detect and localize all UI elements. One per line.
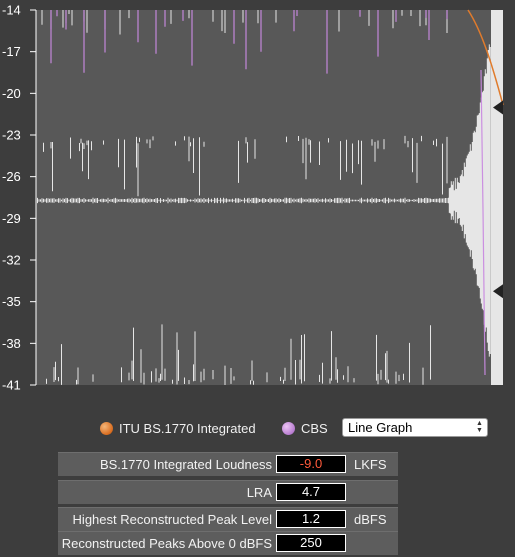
y-axis-tick-label: -38 — [2, 336, 21, 351]
y-axis-tick-label: -20 — [2, 86, 21, 101]
metric-value-field: 4.7 — [276, 483, 346, 501]
metric-value-field: 1.2 — [276, 510, 346, 528]
y-axis-tick-label: -17 — [2, 44, 21, 59]
metric-value-field: -9.0 — [276, 455, 346, 473]
legend-cbs-label: CBS — [301, 420, 328, 436]
metric-row-peaks-above-zero: Reconstructed Peaks Above 0 dBFS 250 — [58, 531, 398, 555]
y-axis-tick-label: -41 — [2, 378, 21, 393]
loudness-graph-plot: -14 -17 -20 -23 -26 -29 -32 -35 -38 -41 — [2, 3, 504, 393]
metric-label: LRA — [246, 485, 272, 500]
metric-row-integrated-loudness: BS.1770 Integrated Loudness -9.0 LKFS — [58, 452, 398, 476]
legend-itu-label: ITU BS.1770 Integrated — [119, 420, 256, 436]
metric-row-highest-peak: Highest Reconstructed Peak Level 1.2 dBF… — [58, 507, 398, 531]
legend-cbs: CBS — [282, 418, 328, 438]
metric-label: BS.1770 Integrated Loudness — [99, 457, 272, 472]
y-axis-tick-label: -35 — [2, 294, 21, 309]
waveform-edge-band — [491, 10, 503, 385]
y-axis-tick-label: -14 — [2, 3, 21, 18]
metric-row-lra: LRA 4.7 — [58, 480, 398, 504]
metric-label: Reconstructed Peaks Above 0 dBFS — [61, 536, 272, 551]
y-axis-tick-label: -29 — [2, 211, 21, 226]
loudness-graph: -14 -17 -20 -23 -26 -29 -32 -35 -38 -41 — [0, 0, 515, 395]
y-axis-tick-label: -32 — [2, 253, 21, 268]
metric-unit: LKFS — [354, 457, 387, 472]
y-axis-tick-label: -26 — [2, 169, 21, 184]
cbs-color-swatch — [282, 421, 295, 435]
metric-value-field: 250 — [276, 534, 346, 552]
metric-label: Highest Reconstructed Peak Level — [72, 512, 272, 527]
y-axis-tick-label: -23 — [2, 128, 21, 143]
legend-itu: ITU BS.1770 Integrated — [100, 418, 256, 438]
select-stepper-icon: ▲ ▼ — [476, 420, 483, 434]
display-mode-select[interactable]: Line Graph ▲ ▼ — [342, 418, 488, 437]
itu-color-swatch — [100, 421, 113, 435]
plot-background — [36, 10, 503, 385]
display-mode-value: Line Graph — [348, 420, 413, 435]
metric-unit: dBFS — [354, 512, 387, 527]
